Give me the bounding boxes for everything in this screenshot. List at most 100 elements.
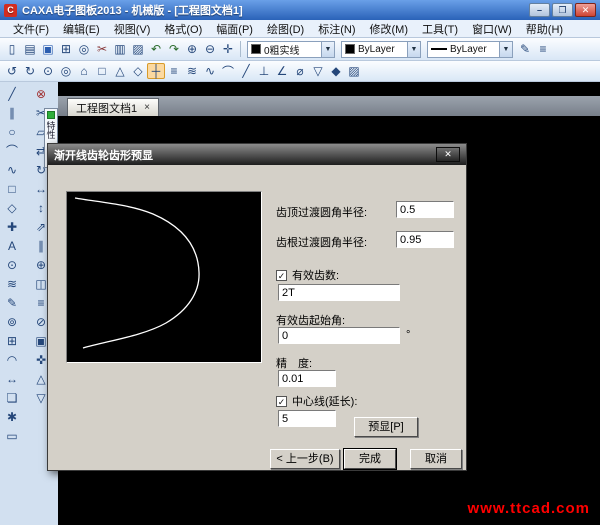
paste-icon[interactable]: ▨ bbox=[129, 41, 147, 58]
cut-icon[interactable]: ✂ bbox=[93, 41, 111, 58]
close-button[interactable]: ✕ bbox=[575, 3, 596, 17]
menu-item[interactable]: 绘图(D) bbox=[260, 20, 311, 38]
triangle-tool-icon[interactable]: △ bbox=[111, 63, 129, 79]
polygon-icon[interactable]: ◇ bbox=[3, 198, 21, 217]
chevron-down-icon[interactable]: ▼ bbox=[499, 41, 512, 57]
menu-item[interactable]: 幅面(P) bbox=[209, 20, 260, 38]
menu-item[interactable]: 帮助(H) bbox=[519, 20, 570, 38]
grid-icon[interactable]: ⊞ bbox=[3, 331, 21, 350]
toolbar-main-icons: ▯ ▤ ▣ ⊞ ◎ ✂ ▥ ▨ ↶ ↷ ⊕ ⊖ ✛ bbox=[3, 41, 237, 58]
toolbar-separator bbox=[240, 41, 241, 57]
spline-icon[interactable]: ∿ bbox=[3, 160, 21, 179]
menu-item[interactable]: 视图(V) bbox=[107, 20, 158, 38]
layer-combo[interactable]: 0粗实线 ▼ bbox=[247, 40, 335, 58]
layer-color-swatch bbox=[251, 44, 261, 54]
zoom-out-icon[interactable]: ⊖ bbox=[201, 41, 219, 58]
linetype-combo[interactable]: ByLayer ▼ bbox=[427, 40, 513, 58]
color-combo[interactable]: ByLayer ▼ bbox=[341, 40, 421, 58]
app-icon: C bbox=[4, 3, 17, 17]
menu-item[interactable]: 窗口(W) bbox=[465, 20, 519, 38]
window-controls: – ❐ ✕ bbox=[529, 3, 596, 17]
line-tool-icon[interactable]: ╱ bbox=[237, 63, 255, 79]
menu-item[interactable]: 编辑(E) bbox=[56, 20, 107, 38]
linear-dimension-icon[interactable]: ↔ bbox=[3, 369, 21, 388]
menu-item[interactable]: 工具(T) bbox=[415, 20, 465, 38]
tooth-profile-preview bbox=[66, 191, 262, 363]
circle-icon[interactable]: ○ bbox=[3, 122, 21, 141]
open-file-icon[interactable]: ▤ bbox=[21, 41, 39, 58]
home-view-icon[interactable]: ⌂ bbox=[75, 63, 93, 79]
centerline-input[interactable] bbox=[278, 410, 336, 427]
spline-tool-icon[interactable]: ∿ bbox=[201, 63, 219, 79]
gear-tooth-curve bbox=[74, 197, 200, 349]
effective-teeth-input[interactable] bbox=[278, 284, 400, 301]
zoom-window-icon[interactable]: ◎ bbox=[57, 63, 75, 79]
arc-icon[interactable]: ⌒ bbox=[3, 141, 21, 160]
print-icon[interactable]: ⊞ bbox=[57, 41, 75, 58]
tab-close-icon[interactable]: × bbox=[144, 102, 150, 113]
precision-input[interactable] bbox=[278, 370, 336, 387]
menu-item[interactable]: 格式(O) bbox=[157, 20, 209, 38]
sketch-icon[interactable]: ✎ bbox=[3, 293, 21, 312]
format-painter-icon[interactable]: ≡ bbox=[534, 41, 552, 58]
redraw-icon[interactable]: ↻ bbox=[21, 63, 39, 79]
parallel-line-icon[interactable]: ∥ bbox=[3, 103, 21, 122]
wide-rect-icon[interactable]: ▭ bbox=[3, 426, 21, 445]
refresh-view-icon[interactable]: ↺ bbox=[3, 63, 21, 79]
polygon-tool-icon[interactable]: ◇ bbox=[129, 63, 147, 79]
dialog-body: 齿顶过渡圆角半径: 齿根过渡圆角半径: ✓ 有效齿数: 有效齿起始角: ° 精 … bbox=[48, 165, 466, 472]
effective-teeth-checkbox[interactable]: ✓ bbox=[276, 269, 287, 281]
copy-icon[interactable]: ▥ bbox=[111, 41, 129, 58]
angle-dimension-icon[interactable]: ∠ bbox=[273, 63, 291, 79]
print-preview-icon[interactable]: ◎ bbox=[75, 41, 93, 58]
star-icon[interactable]: ✱ bbox=[3, 407, 21, 426]
diameter-dimension-icon[interactable]: ⌀ bbox=[291, 63, 309, 79]
redo-icon[interactable]: ↷ bbox=[165, 41, 183, 58]
menu-item[interactable]: 标注(N) bbox=[311, 20, 362, 38]
pan-icon[interactable]: ✛ bbox=[219, 41, 237, 58]
maximize-button[interactable]: ❐ bbox=[552, 3, 573, 17]
start-angle-input[interactable] bbox=[278, 327, 400, 344]
hatch-icon[interactable]: ≋ bbox=[183, 63, 201, 79]
menu-item[interactable]: 文件(F) bbox=[6, 20, 56, 38]
crosshair-tool-icon[interactable]: ┼ bbox=[147, 63, 165, 79]
minimize-button[interactable]: – bbox=[529, 3, 550, 17]
line-icon[interactable]: ╱ bbox=[3, 84, 21, 103]
layer-manager-icon[interactable]: ≡ bbox=[165, 63, 183, 79]
perpendicular-icon[interactable]: ⊥ bbox=[255, 63, 273, 79]
arc-tool-icon[interactable]: ⌒ bbox=[219, 63, 237, 79]
centerline-checkbox[interactable]: ✓ bbox=[276, 395, 287, 407]
preview-button[interactable]: 预显[P] bbox=[354, 417, 418, 437]
datum-icon[interactable]: ▽ bbox=[309, 63, 327, 79]
undo-icon[interactable]: ↶ bbox=[147, 41, 165, 58]
point-icon[interactable]: ✚ bbox=[3, 217, 21, 236]
chevron-down-icon[interactable]: ▼ bbox=[407, 41, 420, 57]
dialog-titlebar[interactable]: 渐开线齿轮齿形预显 ✕ bbox=[48, 144, 466, 165]
save-icon[interactable]: ▣ bbox=[39, 41, 57, 58]
edit-style-icon[interactable]: ✎ bbox=[516, 41, 534, 58]
document-tab[interactable]: 工程图文档1 × bbox=[67, 98, 159, 116]
zoom-extents-icon[interactable]: ⊙ bbox=[39, 63, 57, 79]
pattern-fill-icon[interactable]: ▨ bbox=[345, 63, 363, 79]
new-view-icon[interactable]: □ bbox=[93, 63, 111, 79]
three-point-arc-icon[interactable]: ◠ bbox=[3, 350, 21, 369]
back-button[interactable]: < 上一步(B) bbox=[270, 449, 340, 469]
block-icon[interactable]: ❏ bbox=[3, 388, 21, 407]
menu-item[interactable]: 修改(M) bbox=[363, 20, 416, 38]
cancel-button[interactable]: 取消 bbox=[410, 449, 462, 469]
delete-icon[interactable]: ⊗ bbox=[32, 84, 50, 103]
chevron-down-icon[interactable]: ▼ bbox=[321, 41, 334, 57]
rectangle-icon[interactable]: □ bbox=[3, 179, 21, 198]
center-circle-icon[interactable]: ⊙ bbox=[3, 255, 21, 274]
root-fillet-input[interactable] bbox=[396, 231, 454, 248]
hatch-fill-icon[interactable]: ≋ bbox=[3, 274, 21, 293]
position-icon[interactable]: ⊚ bbox=[3, 312, 21, 331]
tip-fillet-input[interactable] bbox=[396, 201, 454, 218]
finish-button[interactable]: 完成 bbox=[343, 448, 397, 470]
diamond-tool-icon[interactable]: ◆ bbox=[327, 63, 345, 79]
zoom-in-icon[interactable]: ⊕ bbox=[183, 41, 201, 58]
dialog-close-button[interactable]: ✕ bbox=[436, 147, 460, 162]
text-icon[interactable]: A bbox=[3, 236, 21, 255]
document-tab-bar: 工程图文档1 × bbox=[58, 96, 600, 116]
new-file-icon[interactable]: ▯ bbox=[3, 41, 21, 58]
